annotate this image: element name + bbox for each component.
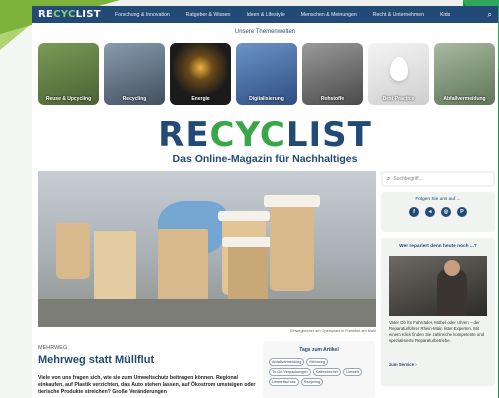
repair-teaser: Wer repariert denn heute noch ...? Vater… xyxy=(381,238,495,386)
logo-part: RE xyxy=(158,115,210,155)
instagram-icon[interactable]: ◎ xyxy=(441,207,451,217)
cup xyxy=(94,231,136,303)
nav-item-forschung[interactable]: Forschung & Innovation xyxy=(115,12,170,18)
nav-item-ideen[interactable]: Ideen & Lifestyle xyxy=(246,12,284,18)
theme-tile-label: Digitalisierung xyxy=(249,96,284,102)
tags-box: Tags zum Artikel Abfallvermeidung Mehrwe… xyxy=(263,341,375,398)
logo-part: CYC xyxy=(209,115,286,155)
theme-tile-label: Recycling xyxy=(122,96,147,102)
cup xyxy=(158,229,208,307)
site-logo[interactable]: RECYCLIST xyxy=(32,115,498,155)
repair-image[interactable] xyxy=(389,256,487,316)
nav-item-ratgeber[interactable]: Ratgeber & Wissen xyxy=(186,12,231,18)
theme-tile-energie[interactable]: Energie xyxy=(170,43,231,105)
cup xyxy=(56,223,90,279)
theme-tile-digitalisierung[interactable]: Digitalisierung xyxy=(236,43,297,105)
nav-item-recht[interactable]: Recht & Unternehmen xyxy=(373,12,424,18)
article-teaser: Viele von uns fragen sich, wie sie zum U… xyxy=(38,375,256,395)
logo-part: LIST xyxy=(75,9,101,20)
image-caption: Einwegbecher am Opernplatz in Frankfurt … xyxy=(290,329,376,333)
article-headline[interactable]: Mehrweg statt Müllflut xyxy=(38,354,154,366)
search-icon[interactable]: ⌕ xyxy=(488,10,492,20)
article-hero-image[interactable] xyxy=(38,171,376,327)
theme-tile-best-practice[interactable]: Best Practice xyxy=(368,43,429,105)
tag[interactable]: Umwelt xyxy=(343,368,362,376)
sidebar: ⌕ Suchbegriff... Folgen Sie uns auf ... f… xyxy=(381,171,495,386)
themen-title: Unsere Themenwelten xyxy=(234,29,296,35)
follow-title: Folgen Sie uns auf ... xyxy=(415,197,461,202)
theme-tile-label: Rohstoffe xyxy=(320,96,345,102)
person-head xyxy=(444,260,460,276)
themen-row: Reuse & Upcycling Recycling Energie Digi… xyxy=(38,43,495,105)
tag[interactable]: To-Go Verpackungen xyxy=(269,368,311,376)
tag-list: Abfallvermeidung Mehrweg To-Go Verpackun… xyxy=(263,353,375,391)
article-rubric: MEHRWEG xyxy=(38,345,68,351)
nav-item-kids[interactable]: Kids xyxy=(440,12,450,18)
top-navigation: RECYCLIST Forschung & Innovation Ratgebe… xyxy=(32,6,498,23)
site-tagline: Das Online-Magazin für Nachhaltiges xyxy=(172,153,358,165)
bin-rim xyxy=(38,299,376,327)
repair-service-link[interactable]: zum Service › xyxy=(389,362,417,367)
sidebar-search: ⌕ Suchbegriff... xyxy=(381,171,495,187)
tag[interactable]: Abfallvermeidung xyxy=(269,358,305,366)
theme-tile-label: Best Practice xyxy=(382,96,415,102)
social-links: f ◂ ◎ P xyxy=(381,207,495,217)
theme-tile-label: Energie xyxy=(191,96,210,102)
tag[interactable]: Kaffeebecher xyxy=(312,368,342,376)
main-page: Unsere Themenwelten Reuse & Upcycling Re… xyxy=(32,23,498,398)
cup-lid xyxy=(218,211,270,221)
pinterest-icon[interactable]: P xyxy=(457,207,467,217)
theme-tile-label: Abfallvermeidung xyxy=(443,96,486,102)
search-placeholder: Suchbegriff... xyxy=(393,176,423,182)
theme-tile-abfallvermeidung[interactable]: Abfallvermeidung xyxy=(434,43,495,105)
nav-item-menschen[interactable]: Menschen & Meinungen xyxy=(301,12,357,18)
theme-tile-reuse[interactable]: Reuse & Upcycling xyxy=(38,43,99,105)
telegram-icon[interactable]: ◂ xyxy=(425,207,435,217)
theme-tile-recycling[interactable]: Recycling xyxy=(104,43,165,105)
logo-part: RE xyxy=(38,9,54,20)
tag[interactable]: Mehrweg xyxy=(306,358,328,366)
egg-image xyxy=(390,57,408,81)
tag[interactable]: Recycling xyxy=(300,378,324,386)
cup xyxy=(270,201,314,291)
search-icon: ⌕ xyxy=(387,175,391,182)
nav-logo[interactable]: RECYCLIST xyxy=(38,9,101,20)
cup-lid xyxy=(264,195,320,207)
tag[interactable]: Umweltschutz xyxy=(269,378,299,386)
cup-lid xyxy=(222,237,274,247)
facebook-icon[interactable]: f xyxy=(409,207,419,217)
repair-title: Wer repariert denn heute noch ...? xyxy=(399,244,477,249)
follow-box: Folgen Sie uns auf ... f ◂ ◎ P xyxy=(381,192,495,232)
search-input[interactable]: ⌕ Suchbegriff... xyxy=(383,173,493,185)
logo-part: LIST xyxy=(285,115,372,155)
logo-part: CYC xyxy=(53,9,76,20)
theme-tile-rohstoffe[interactable]: Rohstoffe xyxy=(302,43,363,105)
theme-tile-label: Reuse & Upcycling xyxy=(45,96,92,102)
repair-text: Vater Ob für Fahrräder, Möbel oder Uhren… xyxy=(389,320,485,343)
